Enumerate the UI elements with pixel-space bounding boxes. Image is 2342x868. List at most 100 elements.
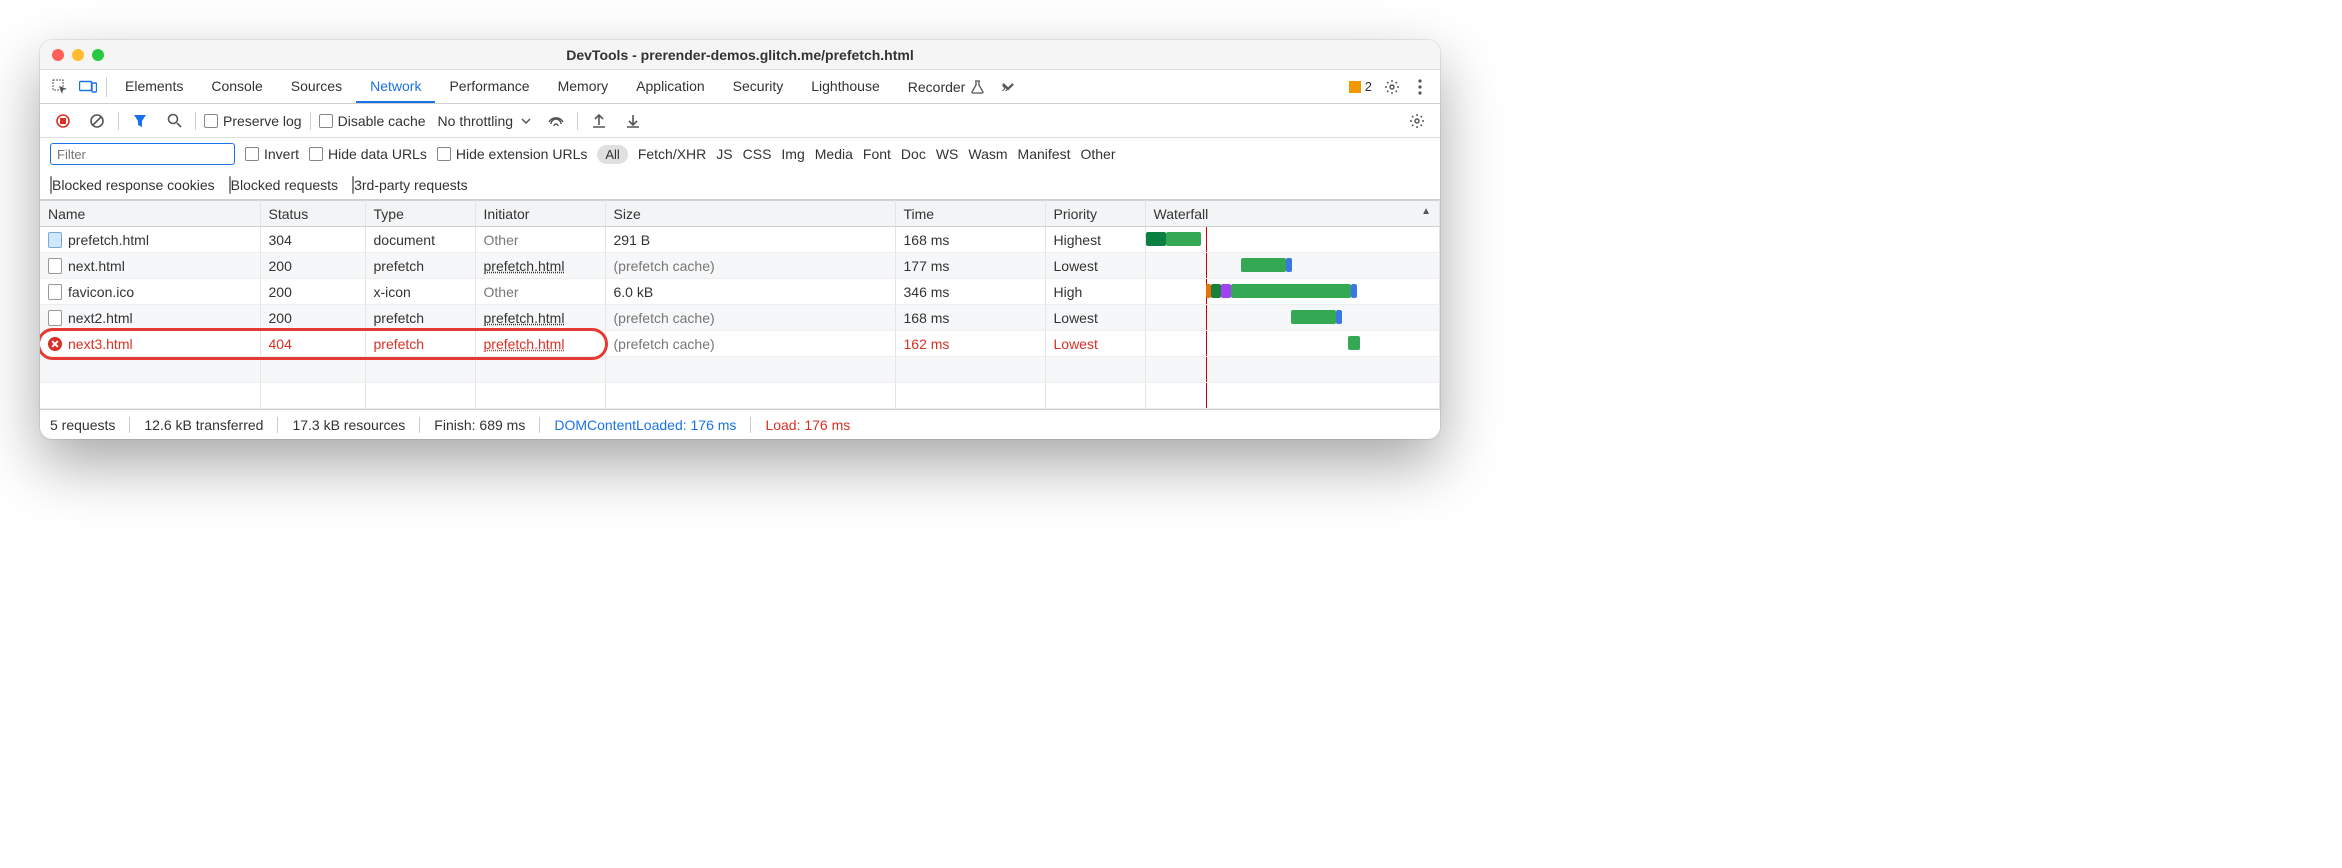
devtools-window: DevTools - prerender-demos.glitch.me/pre… [40, 40, 1440, 439]
col-header-waterfall[interactable]: Waterfall▲ [1145, 201, 1440, 227]
col-header-initiator[interactable]: Initiator [475, 201, 605, 227]
status-transferred: 12.6 kB transferred [144, 417, 263, 433]
initiator-link[interactable]: prefetch.html [484, 258, 565, 274]
more-tabs-icon[interactable]: » [998, 73, 1026, 101]
col-header-name[interactable]: Name [40, 201, 260, 227]
type-filter-wasm[interactable]: Wasm [968, 146, 1007, 162]
col-header-size[interactable]: Size [605, 201, 895, 227]
filter-icon[interactable] [127, 108, 153, 134]
tab-console[interactable]: Console [197, 71, 276, 103]
type-filter-doc[interactable]: Doc [901, 146, 926, 162]
request-waterfall [1145, 305, 1440, 331]
request-priority: Highest [1045, 227, 1145, 253]
filter-bar: Invert Hide data URLs Hide extension URL… [40, 138, 1440, 170]
request-size: (prefetch cache) [605, 331, 895, 357]
status-dcl: DOMContentLoaded: 176 ms [554, 417, 736, 433]
table-row[interactable]: next3.html404prefetchprefetch.html(prefe… [40, 331, 1440, 357]
request-status: 404 [260, 331, 365, 357]
tab-sources[interactable]: Sources [277, 71, 356, 103]
sort-asc-icon: ▲ [1421, 206, 1431, 217]
type-filter-manifest[interactable]: Manifest [1018, 146, 1071, 162]
tab-application[interactable]: Application [622, 71, 719, 103]
hide-extension-urls-checkbox[interactable]: Hide extension URLs [437, 146, 588, 162]
table-row[interactable]: prefetch.html304documentOther291 B168 ms… [40, 227, 1440, 253]
device-toolbar-icon[interactable] [74, 73, 102, 101]
type-filter-media[interactable]: Media [815, 146, 853, 162]
type-filter-js[interactable]: JS [716, 146, 732, 162]
minimize-window[interactable] [72, 49, 84, 61]
tab-elements[interactable]: Elements [111, 71, 197, 103]
throttling-select[interactable]: No throttling [434, 113, 535, 129]
type-filters: All Fetch/XHR JS CSS Img Media Font Doc WS Wasm Ma… [597, 145, 1115, 164]
main-tabstrip: ElementsConsoleSourcesNetworkPerformance… [40, 70, 1440, 104]
kebab-menu-icon[interactable] [1406, 73, 1434, 101]
tab-lighthouse[interactable]: Lighthouse [797, 71, 894, 103]
initiator-link[interactable]: prefetch.html [484, 336, 565, 352]
hide-data-urls-checkbox[interactable]: Hide data URLs [309, 146, 427, 162]
divider [310, 112, 311, 130]
request-status: 304 [260, 227, 365, 253]
maximize-window[interactable] [92, 49, 104, 61]
type-filter-img[interactable]: Img [781, 146, 804, 162]
table-row[interactable]: next.html200prefetchprefetch.html(prefet… [40, 253, 1440, 279]
request-type: prefetch [365, 305, 475, 331]
request-status: 200 [260, 305, 365, 331]
third-party-checkbox[interactable]: 3rd-party requests [352, 177, 468, 193]
request-priority: Lowest [1045, 305, 1145, 331]
request-name: prefetch.html [68, 232, 149, 248]
initiator-link[interactable]: prefetch.html [484, 310, 565, 326]
request-time: 168 ms [895, 227, 1045, 253]
settings-icon[interactable] [1378, 73, 1406, 101]
tab-security[interactable]: Security [719, 71, 798, 103]
tab-memory[interactable]: Memory [544, 71, 623, 103]
preserve-log-checkbox[interactable]: Preserve log [204, 113, 302, 129]
clear-icon[interactable] [84, 108, 110, 134]
type-filter-ws[interactable]: WS [936, 146, 959, 162]
tab-recorder-label: Recorder [908, 79, 966, 95]
preserve-log-label: Preserve log [223, 113, 302, 129]
warnings-badge[interactable]: 2 [1343, 79, 1378, 94]
type-filter-font[interactable]: Font [863, 146, 891, 162]
col-header-time[interactable]: Time [895, 201, 1045, 227]
type-filter-fetchxhr[interactable]: Fetch/XHR [638, 146, 706, 162]
request-type: document [365, 227, 475, 253]
col-header-status[interactable]: Status [260, 201, 365, 227]
checkbox-icon [204, 114, 218, 128]
disable-cache-label: Disable cache [338, 113, 426, 129]
type-filter-other[interactable]: Other [1080, 146, 1115, 162]
record-icon[interactable] [50, 108, 76, 134]
search-icon[interactable] [161, 108, 187, 134]
status-requests: 5 requests [50, 417, 115, 433]
invert-checkbox[interactable]: Invert [245, 146, 299, 162]
type-filter-css[interactable]: CSS [743, 146, 772, 162]
request-size: 6.0 kB [605, 279, 895, 305]
type-filter-all[interactable]: All [597, 145, 627, 164]
tab-performance[interactable]: Performance [435, 71, 543, 103]
filter-input[interactable] [50, 143, 235, 165]
request-time: 168 ms [895, 305, 1045, 331]
empty-row [40, 357, 1440, 383]
download-har-icon[interactable] [620, 108, 646, 134]
network-conditions-icon[interactable] [543, 108, 569, 134]
tab-recorder[interactable]: Recorder [894, 72, 999, 102]
table-row[interactable]: next2.html200prefetchprefetch.html(prefe… [40, 305, 1440, 331]
tabs-container: ElementsConsoleSourcesNetworkPerformance… [111, 71, 894, 103]
col-header-priority[interactable]: Priority [1045, 201, 1145, 227]
empty-row [40, 383, 1440, 409]
col-header-type[interactable]: Type [365, 201, 475, 227]
inspect-element-icon[interactable] [46, 73, 74, 101]
blocked-requests-checkbox[interactable]: Blocked requests [229, 177, 338, 193]
request-initiator: prefetch.html [475, 331, 605, 357]
checkbox-icon [319, 114, 333, 128]
network-settings-icon[interactable] [1404, 108, 1430, 134]
close-window[interactable] [52, 49, 64, 61]
network-table: Name Status Type Initiator Size Time Pri… [40, 200, 1440, 409]
request-status: 200 [260, 279, 365, 305]
tab-network[interactable]: Network [356, 71, 435, 103]
blocked-cookies-checkbox[interactable]: Blocked response cookies [50, 177, 215, 193]
network-table-wrap: Name Status Type Initiator Size Time Pri… [40, 200, 1440, 409]
upload-har-icon[interactable] [586, 108, 612, 134]
disable-cache-checkbox[interactable]: Disable cache [319, 113, 426, 129]
request-name: next.html [68, 258, 125, 274]
table-row[interactable]: favicon.ico200x-iconOther6.0 kB346 msHig… [40, 279, 1440, 305]
